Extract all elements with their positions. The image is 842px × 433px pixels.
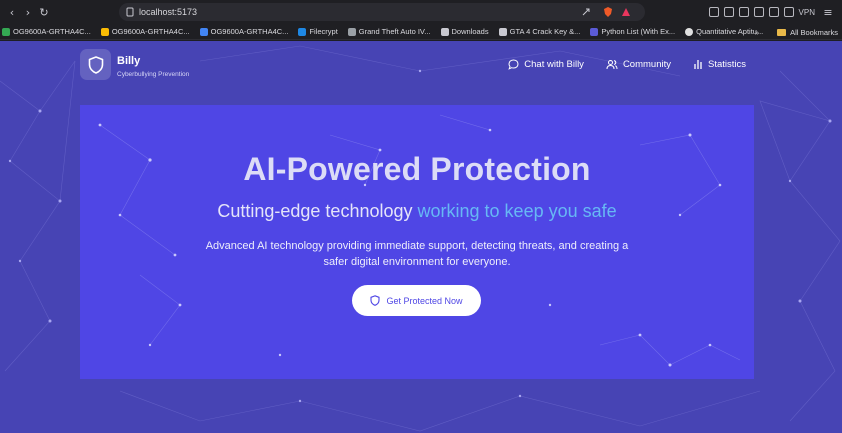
bookmark-item[interactable]: Quantitative Aptitu... xyxy=(685,27,763,36)
browser-toolbar: ‹ › ↻ localhost:5173 VPN ≡ xyxy=(0,0,842,24)
extension-icon[interactable] xyxy=(723,7,734,17)
users-icon xyxy=(606,60,618,70)
python-icon xyxy=(590,27,599,36)
shield-icon xyxy=(88,55,103,74)
nav-label: Statistics xyxy=(707,59,746,70)
bookmark-item[interactable]: Filecrypt xyxy=(298,27,338,36)
bookmark-item[interactable]: OG9600A-GRTHA4C... xyxy=(2,27,91,36)
vpn-button[interactable]: VPN xyxy=(799,8,815,17)
bookmark-item[interactable]: Grand Theft Auto IV... xyxy=(347,27,431,36)
bookmark-label: OG9600A-GRTHA4C... xyxy=(111,27,190,36)
cta-label: Get Protected Now xyxy=(386,295,463,306)
all-bookmarks-button[interactable]: All Bookmarks xyxy=(790,28,838,37)
hero-section: AI-Powered Protection Cutting-edge techn… xyxy=(80,105,754,379)
hero-description: Advanced AI technology providing immedia… xyxy=(205,240,629,268)
google-drive-icon xyxy=(100,27,109,36)
hero-subtitle-main: Cutting-edge technology xyxy=(217,201,413,221)
folder-icon xyxy=(777,28,787,36)
brave-rewards-icon[interactable] xyxy=(621,7,631,17)
hero-title: AI-Powered Protection xyxy=(243,151,591,187)
page-icon xyxy=(498,27,507,36)
leo-icon[interactable] xyxy=(783,7,794,17)
hero-subtitle-accent: working to keep you safe xyxy=(417,201,617,221)
brand-tagline: Cyberbullying Prevention xyxy=(117,71,190,78)
reload-icon[interactable]: ↻ xyxy=(36,6,52,19)
google-drive-icon xyxy=(2,27,10,36)
main-nav: Chat with Billy Community Statistics xyxy=(508,59,746,70)
site-info-icon[interactable] xyxy=(125,7,135,17)
brave-shield-icon[interactable] xyxy=(603,7,613,17)
get-protected-button[interactable]: Get Protected Now xyxy=(352,285,481,316)
site-icon xyxy=(685,27,694,36)
bookmarks-bar: OG9600A-GRTHA4C... OG9600A-GRTHA4C... OG… xyxy=(0,24,842,40)
bookmark-label: Downloads xyxy=(451,27,489,36)
shield-icon xyxy=(370,295,381,306)
download-icon xyxy=(440,27,449,36)
site-header: Billy Cyberbullying Prevention Chat with… xyxy=(0,41,842,91)
google-drive-icon xyxy=(199,27,208,36)
extension-icon[interactable] xyxy=(708,7,719,17)
bookmark-label: Quantitative Aptitu... xyxy=(696,27,764,36)
page-viewport: Billy Cyberbullying Prevention Chat with… xyxy=(0,41,842,433)
nav-chat-with-billy[interactable]: Chat with Billy xyxy=(508,59,584,70)
filecrypt-icon xyxy=(298,27,307,36)
bookmark-label: Python List (With Ex... xyxy=(601,27,676,36)
bookmark-item[interactable]: GTA 4 Crack Key &... xyxy=(498,27,581,36)
game-icon xyxy=(347,27,356,36)
menu-icon[interactable]: ≡ xyxy=(820,6,836,19)
brand-name: Billy xyxy=(117,55,141,67)
address-bar[interactable]: localhost:5173 xyxy=(119,3,645,21)
wallet-icon[interactable] xyxy=(768,7,779,17)
bookmarks-overflow-button[interactable]: » xyxy=(755,28,759,37)
bookmark-item[interactable]: OG9600A-GRTHA4C... xyxy=(100,27,190,36)
bookmark-label: GTA 4 Crack Key &... xyxy=(509,27,581,36)
bookmark-label: OG9600A-GRTHA4C... xyxy=(13,27,91,36)
logo[interactable] xyxy=(80,49,111,80)
nav-label: Community xyxy=(622,59,671,70)
nav-community[interactable]: Community xyxy=(606,59,671,70)
url-text: localhost:5173 xyxy=(139,7,198,17)
bookmark-label: Grand Theft Auto IV... xyxy=(358,27,431,36)
share-icon[interactable] xyxy=(581,7,591,17)
bookmark-label: Filecrypt xyxy=(309,27,338,36)
hero-subtitle: Cutting-edge technology working to keep … xyxy=(80,201,754,222)
bookmark-label: OG9600A-GRTHA4C... xyxy=(210,27,289,36)
chat-icon xyxy=(508,59,519,70)
bookmark-item[interactable]: OG9600A-GRTHA4C... xyxy=(199,27,289,36)
back-icon[interactable]: ‹ xyxy=(4,6,20,19)
nav-label: Chat with Billy xyxy=(524,59,584,70)
bookmark-item[interactable]: Python List (With Ex... xyxy=(590,27,675,36)
nav-statistics[interactable]: Statistics xyxy=(693,59,746,70)
bookmark-item[interactable]: Downloads xyxy=(440,27,489,36)
download-toolbar-icon[interactable] xyxy=(738,7,749,17)
sidebar-icon[interactable] xyxy=(753,7,764,17)
forward-icon[interactable]: › xyxy=(20,6,36,19)
bar-chart-icon xyxy=(694,60,702,69)
